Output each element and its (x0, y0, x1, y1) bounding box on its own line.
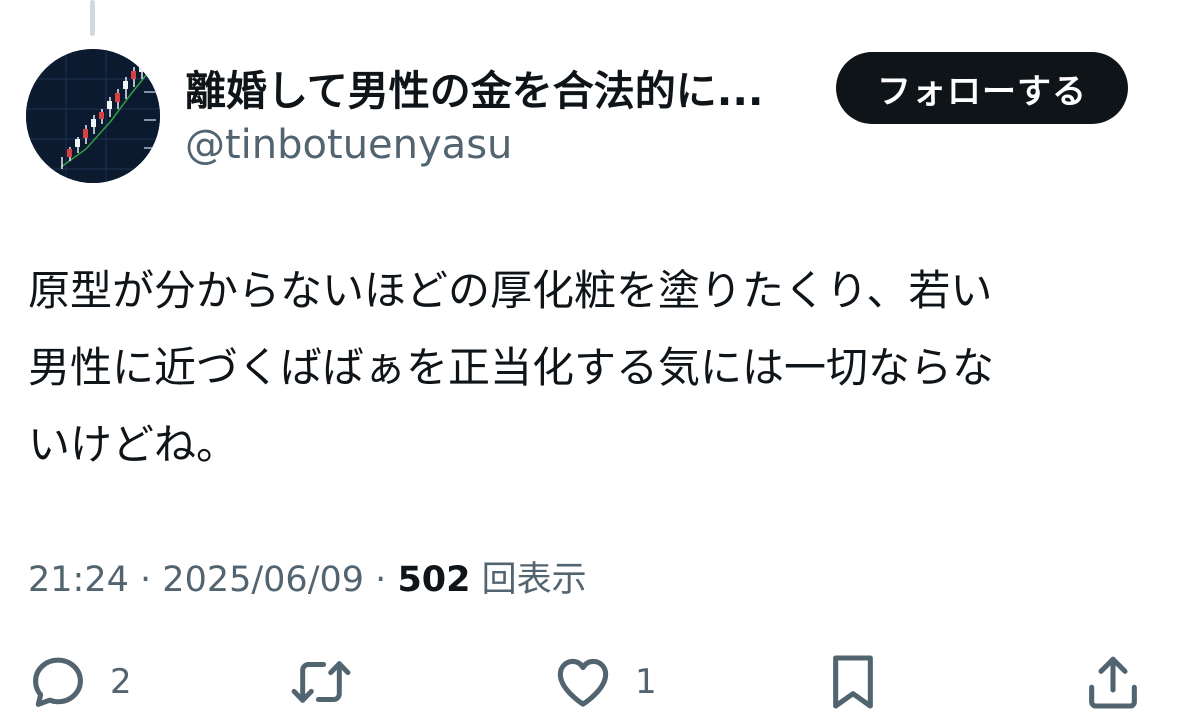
author-handle[interactable]: @tinbotuenyasu (185, 120, 512, 170)
thread-connector-line (90, 0, 95, 36)
views-label: 回表示 (481, 560, 587, 600)
like-count: 1 (635, 662, 657, 702)
repost-button[interactable] (287, 650, 355, 714)
meta-separator: · (375, 560, 387, 600)
bookmark-icon (833, 655, 873, 709)
follow-button[interactable]: フォローする (836, 52, 1128, 124)
like-button[interactable]: 1 (551, 650, 657, 714)
repost-icon (291, 661, 351, 703)
action-bar: 2 1 (0, 650, 1179, 720)
views-count: 502 (397, 560, 471, 600)
share-button[interactable] (1081, 650, 1145, 714)
meta-separator: · (140, 560, 152, 600)
post-time[interactable]: 21:24 (28, 560, 129, 600)
post-meta: 21:24 · 2025/06/09 · 502 回表示 (28, 552, 587, 608)
reply-count: 2 (110, 662, 132, 702)
bookmark-button[interactable] (823, 650, 883, 714)
author-display-name[interactable]: 離婚して男性の金を合法的に... (185, 66, 764, 116)
heart-icon (557, 658, 609, 707)
reply-button[interactable]: 2 (26, 650, 132, 714)
post-date[interactable]: 2025/06/09 (162, 560, 364, 600)
post-text: 原型が分からないほどの厚化粧を塗りたくり、若い 男性に近づくばばぁを正当化する気… (28, 266, 995, 469)
stock-chart-avatar-image (26, 49, 160, 183)
share-icon (1089, 656, 1137, 709)
reply-icon (33, 657, 83, 707)
avatar[interactable] (26, 49, 160, 183)
